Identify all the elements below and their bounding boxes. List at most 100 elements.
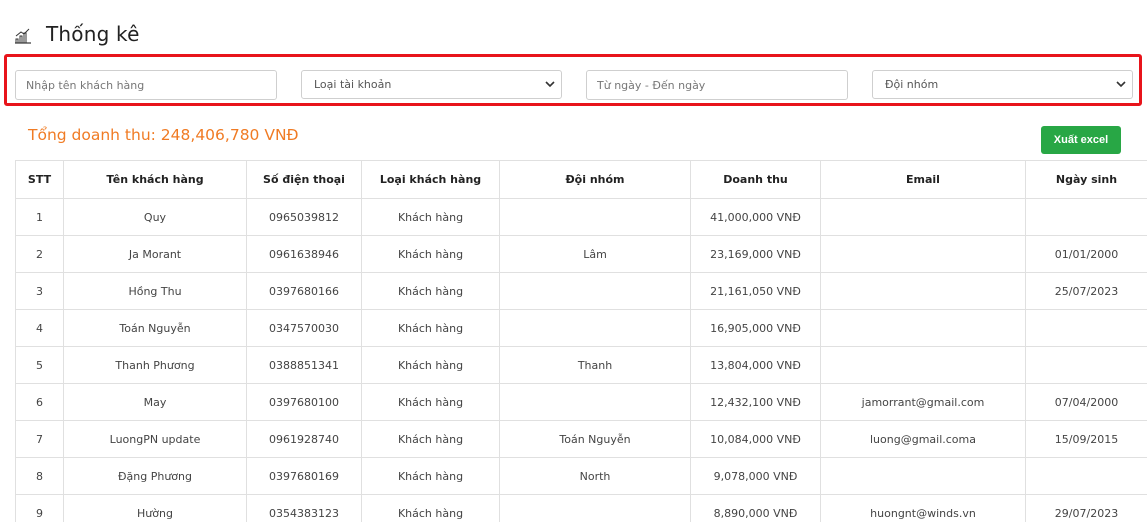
cell-revenue: 16,905,000 VNĐ <box>690 309 821 347</box>
customer-name-input[interactable] <box>15 70 277 100</box>
cell-team <box>499 383 691 421</box>
filter-bar: Loại tài khoản Đội nhóm <box>4 54 1142 106</box>
cell-customer-name: Toán Nguyễn <box>63 309 247 347</box>
table-row: 7 LuongPN update 0961928740 Khách hàng Toán … <box>15 420 1147 458</box>
date-range-input[interactable] <box>586 70 848 100</box>
cell-email <box>820 235 1026 273</box>
cell-customer-type: Khách hàng <box>361 457 500 495</box>
cell-customer-type: Khách hàng <box>361 272 500 310</box>
cell-team: North <box>499 457 691 495</box>
cell-phone: 0961928740 <box>246 420 362 458</box>
cell-revenue: 21,161,050 VNĐ <box>690 272 821 310</box>
cell-customer-name: Hồng Thu <box>63 272 247 310</box>
cell-phone: 0388851341 <box>246 346 362 384</box>
cell-stt: 1 <box>15 198 64 236</box>
cell-phone: 0965039812 <box>246 198 362 236</box>
page-header: Thống kê <box>14 22 140 46</box>
cell-birthday: 15/09/2015 <box>1025 420 1147 458</box>
cell-birthday <box>1025 346 1147 384</box>
table-row: 8 Đặng Phương 0397680169 Khách hàng North 9,0… <box>15 457 1147 495</box>
cell-email <box>820 309 1026 347</box>
export-excel-button[interactable]: Xuất excel <box>1041 126 1121 154</box>
cell-phone: 0397680166 <box>246 272 362 310</box>
cell-birthday: 07/04/2000 <box>1025 383 1147 421</box>
cell-revenue: 10,084,000 VNĐ <box>690 420 821 458</box>
cell-email <box>820 272 1026 310</box>
cell-birthday: 01/01/2000 <box>1025 235 1147 273</box>
cell-revenue: 12,432,100 VNĐ <box>690 383 821 421</box>
cell-stt: 6 <box>15 383 64 421</box>
cell-email <box>820 457 1026 495</box>
cell-customer-type: Khách hàng <box>361 346 500 384</box>
cell-team <box>499 272 691 310</box>
col-header-birthday: Ngày sinh <box>1025 160 1147 199</box>
cell-customer-type: Khách hàng <box>361 198 500 236</box>
cell-team: Toán Nguyễn <box>499 420 691 458</box>
cell-customer-name: Quy <box>63 198 247 236</box>
col-header-team: Đội nhóm <box>499 160 691 199</box>
table-row: 4 Toán Nguyễn 0347570030 Khách hàng 16,905,0… <box>15 309 1147 347</box>
cell-stt: 4 <box>15 309 64 347</box>
cell-birthday <box>1025 198 1147 236</box>
cell-customer-name: Hường <box>63 494 247 522</box>
total-revenue: Tổng doanh thu: 248,406,780 VNĐ <box>28 126 299 144</box>
cell-customer-name: Ja Morant <box>63 235 247 273</box>
cell-customer-name: May <box>63 383 247 421</box>
cell-email: huongnt@winds.vn <box>820 494 1026 522</box>
cell-email: jamorrant@gmail.com <box>820 383 1026 421</box>
cell-stt: 9 <box>15 494 64 522</box>
cell-stt: 3 <box>15 272 64 310</box>
col-header-customer-type: Loại khách hàng <box>361 160 500 199</box>
cell-birthday <box>1025 309 1147 347</box>
cell-email: luong@gmail.coma <box>820 420 1026 458</box>
cell-customer-type: Khách hàng <box>361 420 500 458</box>
cell-birthday <box>1025 457 1147 495</box>
cell-revenue: 8,890,000 VNĐ <box>690 494 821 522</box>
cell-team <box>499 494 691 522</box>
cell-stt: 5 <box>15 346 64 384</box>
cell-birthday: 25/07/2023 <box>1025 272 1147 310</box>
table-row: 3 Hồng Thu 0397680166 Khách hàng 21,161,050 … <box>15 272 1147 310</box>
col-header-revenue: Doanh thu <box>690 160 821 199</box>
cell-email <box>820 346 1026 384</box>
table-row: 5 Thanh Phương 0388851341 Khách hàng Thanh 13… <box>15 346 1147 384</box>
cell-email <box>820 198 1026 236</box>
cell-team: Lâm <box>499 235 691 273</box>
cell-revenue: 41,000,000 VNĐ <box>690 198 821 236</box>
chevron-down-icon <box>1116 81 1126 88</box>
col-header-phone: Số điện thoại <box>246 160 362 199</box>
cell-customer-name: LuongPN update <box>63 420 247 458</box>
page-title: Thống kê <box>46 22 140 46</box>
table-row: 2 Ja Morant 0961638946 Khách hàng Lâm 23,169,… <box>15 235 1147 273</box>
table-header-row: STT Tên khách hàng Số điện thoại Loại khách… <box>15 160 1147 199</box>
table-row: 6 May 0397680100 Khách hàng 12,432,100 VNĐ ja… <box>15 383 1147 421</box>
table-row: 9 Hường 0354383123 Khách hàng 8,890,000 VNĐ h… <box>15 494 1147 522</box>
cell-phone: 0347570030 <box>246 309 362 347</box>
cell-team <box>499 309 691 347</box>
team-select[interactable]: Đội nhóm <box>872 70 1133 99</box>
cell-phone: 0397680100 <box>246 383 362 421</box>
col-header-customer-name: Tên khách hàng <box>63 160 247 199</box>
cell-customer-type: Khách hàng <box>361 309 500 347</box>
chevron-down-icon <box>545 81 555 88</box>
col-header-stt: STT <box>15 160 64 199</box>
cell-customer-type: Khách hàng <box>361 494 500 522</box>
cell-customer-name: Thanh Phương <box>63 346 247 384</box>
cell-customer-name: Đặng Phương <box>63 457 247 495</box>
cell-customer-type: Khách hàng <box>361 383 500 421</box>
cell-customer-type: Khách hàng <box>361 235 500 273</box>
cell-phone: 0961638946 <box>246 235 362 273</box>
cell-phone: 0397680169 <box>246 457 362 495</box>
cell-revenue: 9,078,000 VNĐ <box>690 457 821 495</box>
cell-stt: 8 <box>15 457 64 495</box>
account-type-selected: Loại tài khoản <box>314 78 392 91</box>
cell-stt: 7 <box>15 420 64 458</box>
table-row: 1 Quy 0965039812 Khách hàng 41,000,000 VNĐ <box>15 198 1147 236</box>
cell-revenue: 23,169,000 VNĐ <box>690 235 821 273</box>
chart-bar-icon <box>15 28 31 44</box>
account-type-select[interactable]: Loại tài khoản <box>301 70 562 99</box>
team-selected: Đội nhóm <box>885 78 939 91</box>
cell-stt: 2 <box>15 235 64 273</box>
col-header-email: Email <box>820 160 1026 199</box>
cell-team <box>499 198 691 236</box>
